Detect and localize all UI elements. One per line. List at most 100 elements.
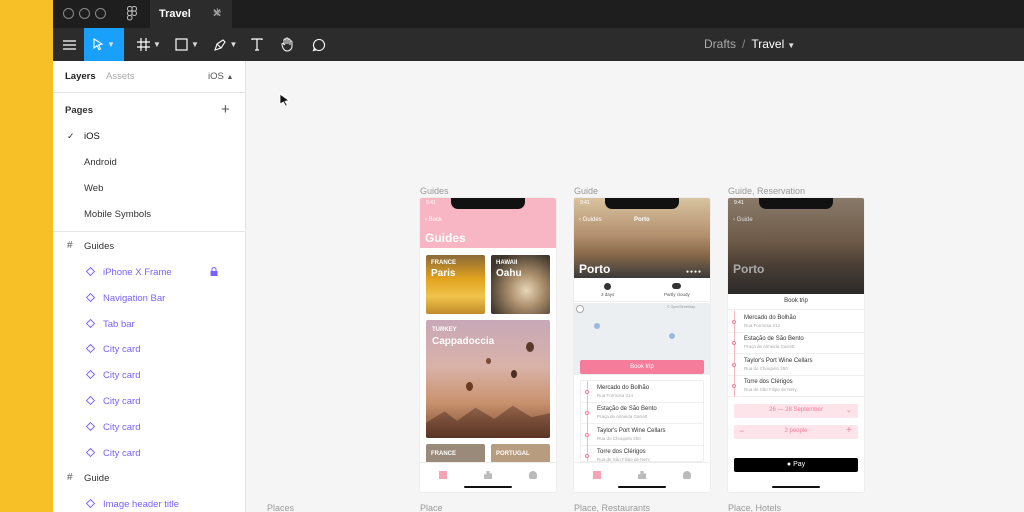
pages-heading: Pages [65, 105, 93, 116]
frame-label-place-restaurants[interactable]: Place, Restaurants [574, 503, 650, 512]
stop-address: Rua do Choupelo 250 [744, 365, 788, 371]
layer-item[interactable]: iPhone X Frame [103, 267, 172, 278]
frame-hash-icon: # [67, 240, 73, 251]
back-link[interactable]: ‹ Guide [733, 217, 753, 223]
chevron-down-icon[interactable]: ▼ [787, 41, 795, 50]
people-stepper[interactable]: − 2 people + [734, 425, 858, 439]
stop-address: Rua de São Filipe de Nery [744, 387, 797, 393]
itinerary-list: Mercado do Bolhão Rua Formosa 214 Estação … [728, 311, 864, 397]
book-trip-button[interactable]: Book trip [580, 360, 704, 374]
phone-frame-guide-reservation[interactable]: 9:41 ‹ Guide Porto Book trip Mercado do … [728, 198, 864, 492]
apple-pay-button[interactable]: ● Pay [734, 458, 858, 472]
itinerary-stop[interactable]: Torre dos Clérigos Rua de São Filipe de N… [581, 445, 703, 461]
stop-dot-icon [585, 432, 589, 437]
breadcrumb: Drafts / Travel ▼ [704, 37, 795, 51]
page-item-mobile-symbols[interactable]: Mobile Symbols [84, 209, 151, 220]
frame-label-guide[interactable]: Guide [574, 186, 598, 196]
itinerary-stop[interactable]: Estação de São Bento Praça de Almeida Gar… [581, 402, 703, 424]
frame-label-place[interactable]: Place [420, 503, 443, 512]
city-tab-icon[interactable] [484, 471, 492, 479]
stop-dot-icon [732, 319, 736, 324]
city-card[interactable]: FRANCE Paris [426, 255, 485, 314]
itinerary-stop[interactable]: Taylor's Port Wine Cellars Rua do Choupel… [728, 354, 864, 376]
toolbar: ▼ ▼ ▼ ▼ Drafts / Travel ▼ [53, 28, 1024, 61]
main-menu-button[interactable] [57, 28, 81, 61]
platform-select[interactable]: iOS ▲ [208, 71, 233, 82]
city-tab-icon[interactable] [638, 471, 646, 479]
city-card[interactable]: TURKEY Cappadoccia [426, 320, 550, 438]
layer-item[interactable]: Navigation Bar [103, 293, 165, 304]
new-tab-plus-icon[interactable]: + [213, 4, 222, 21]
page-item-web[interactable]: Web [84, 183, 103, 194]
layer-item[interactable]: City card [103, 344, 140, 355]
layer-item[interactable]: City card [103, 422, 140, 433]
layer-item[interactable]: City card [103, 370, 140, 381]
back-link[interactable]: ‹ Back [425, 217, 442, 223]
screen-title: Guides [425, 231, 466, 245]
header-image-dimmed [728, 198, 864, 294]
pen-nib-icon [213, 38, 226, 51]
chevron-down-icon: ⌄ [846, 407, 852, 414]
frame-label-places[interactable]: Places [267, 503, 294, 512]
layer-item[interactable]: City card [103, 396, 140, 407]
guides-tab-icon[interactable] [593, 471, 601, 479]
nav-title: Porto [634, 217, 650, 223]
breadcrumb-file[interactable]: Travel [751, 37, 784, 51]
breadcrumb-project[interactable]: Drafts [704, 37, 736, 51]
stop-dot-icon [585, 389, 589, 394]
page-item-ios[interactable]: iOS [84, 131, 100, 142]
profile-tab-icon[interactable] [683, 471, 691, 479]
plus-icon[interactable]: + [846, 425, 852, 436]
itinerary-stop[interactable]: Torre dos Clérigos Rua de São Filipe de N… [728, 375, 864, 397]
itinerary-stop[interactable]: Taylor's Port Wine Cellars Rua do Choupel… [581, 424, 703, 446]
move-tool-button[interactable]: ▼ [84, 28, 124, 61]
window-zoom-dot[interactable] [95, 8, 106, 19]
stop-name: Estação de São Bento [597, 406, 657, 413]
page-item-android[interactable]: Android [84, 157, 117, 168]
phone-frame-guides[interactable]: 9:41 ‹ Back Guides FRANCE Paris HAWAII O… [420, 198, 556, 492]
layer-frame-guide[interactable]: Guide [84, 473, 109, 484]
layer-frame-guides[interactable]: Guides [84, 241, 114, 252]
date-select[interactable]: 26 — 28 September ⌄ [734, 404, 858, 418]
layer-item[interactable]: Tab bar [103, 319, 135, 330]
stop-dot-icon [732, 384, 736, 389]
add-page-plus-icon[interactable]: + [221, 101, 230, 118]
layer-item[interactable]: City card [103, 448, 140, 459]
back-link[interactable]: ‹ Guides [579, 217, 602, 223]
tab-layers[interactable]: Layers [65, 71, 96, 82]
lock-icon[interactable] [210, 267, 218, 276]
layer-image-header-title[interactable]: Image header title [103, 499, 179, 510]
pen-tool-button[interactable]: ▼ [207, 28, 243, 61]
hand-tool-button[interactable] [275, 28, 299, 61]
balloon-shape [486, 358, 491, 364]
itinerary-stop[interactable]: Mercado do Bolhão Rua Formosa 214 [581, 381, 703, 403]
map-credit: © OpenStreetMap [667, 305, 696, 309]
window-close-dot[interactable] [63, 8, 74, 19]
map-pin-icon [669, 333, 675, 339]
frame-label-guide-reservation[interactable]: Guide, Reservation [728, 186, 805, 196]
text-tool-button[interactable] [245, 28, 269, 61]
tab-bar [420, 462, 556, 492]
itinerary-stop[interactable]: Estação de São Bento Praça de Almeida Gar… [728, 332, 864, 354]
frame-label-place-hotels[interactable]: Place, Hotels [728, 503, 781, 512]
shape-tool-button[interactable]: ▼ [169, 28, 205, 61]
guides-tab-icon[interactable] [439, 471, 447, 479]
city-card[interactable]: HAWAII Oahu [491, 255, 550, 314]
location-icon[interactable] [576, 305, 584, 313]
platform-label: iOS [208, 71, 224, 82]
profile-tab-icon[interactable] [529, 471, 537, 479]
component-instance-icon [86, 422, 95, 431]
stop-address: Rua Formosa 214 [597, 392, 634, 398]
frame-label-guides[interactable]: Guides [420, 186, 449, 196]
window-minimize-dot[interactable] [79, 8, 90, 19]
apple-pay-label: Pay [793, 461, 806, 468]
tab-assets[interactable]: Assets [106, 71, 135, 82]
stop-dot-icon [585, 411, 589, 416]
phone-frame-guide[interactable]: 9:41 ‹ Guides Porto Porto ●●●● 3 days Pa… [574, 198, 710, 492]
notch [759, 198, 833, 209]
canvas[interactable]: Guides Guide Guide, Reservation Places P… [247, 61, 1024, 512]
comment-tool-button[interactable] [307, 28, 331, 61]
itinerary-stop[interactable]: Mercado do Bolhão Rua Formosa 214 [728, 311, 864, 333]
figma-logo-icon[interactable] [127, 6, 137, 21]
frame-tool-button[interactable]: ▼ [131, 28, 167, 61]
